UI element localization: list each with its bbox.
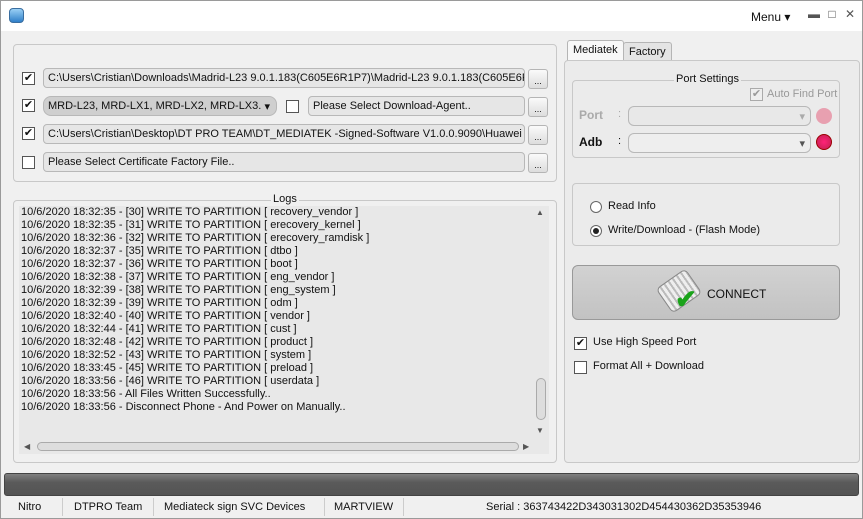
tab-factory[interactable]: Factory <box>623 42 672 61</box>
log-line: 10/6/2020 18:33:45 - [45] WRITE TO PARTI… <box>21 362 314 374</box>
log-line: 10/6/2020 18:32:35 - [30] WRITE TO PARTI… <box>21 206 359 218</box>
log-line: 10/6/2020 18:33:56 - [46] WRITE TO PARTI… <box>21 375 320 387</box>
firmware-browse-button[interactable]: ... <box>528 69 548 89</box>
status-serial: Serial : 363743422D343031302D454430362D3… <box>486 501 762 513</box>
tab-mediatek[interactable]: Mediatek <box>567 40 624 61</box>
scroll-right-icon[interactable]: ▶ <box>523 442 529 451</box>
model-select-value: MRD-L23, MRD-LX1, MRD-LX2, MRD-LX3. <box>48 100 262 112</box>
hscrollbar-thumb[interactable] <box>37 442 519 451</box>
auto-find-port-checkbox[interactable]: ✔ <box>750 88 763 101</box>
certificate-field[interactable]: Please Select Certificate Factory File.. <box>43 152 525 172</box>
status-bar: Nitro DTPRO Team Mediateck sign SVC Devi… <box>4 498 859 517</box>
auto-find-port-label: Auto Find Port <box>767 88 838 100</box>
format-all-checkbox[interactable] <box>574 361 587 374</box>
log-line: 10/6/2020 18:32:40 - [40] WRITE TO PARTI… <box>21 310 310 322</box>
app-icon <box>9 8 24 23</box>
connect-button[interactable]: ✔ CONNECT <box>572 265 840 320</box>
firmware-path-field[interactable]: C:\Users\Cristian\Downloads\Madrid-L23 9… <box>43 68 525 88</box>
close-button[interactable]: ✕ <box>842 7 858 21</box>
certificate-checkbox[interactable] <box>22 156 35 169</box>
minimize-button[interactable]: ▬ <box>806 7 822 21</box>
format-all-label: Format All + Download <box>593 360 704 372</box>
status-team: DTPRO Team <box>74 501 143 513</box>
mode-group <box>572 183 840 246</box>
auth-checkbox[interactable]: ✔ <box>22 127 35 140</box>
certificate-browse-button[interactable]: ... <box>528 153 548 173</box>
log-line: 10/6/2020 18:32:38 - [37] WRITE TO PARTI… <box>21 271 335 283</box>
high-speed-checkbox[interactable]: ✔ <box>574 337 587 350</box>
log-line: 10/6/2020 18:32:39 - [39] WRITE TO PARTI… <box>21 297 298 309</box>
scrollbar-thumb[interactable] <box>536 378 546 420</box>
model-select[interactable]: MRD-L23, MRD-LX1, MRD-LX2, MRD-LX3. ▾ <box>43 96 277 116</box>
port-colon: : <box>618 108 622 120</box>
download-agent-field[interactable]: Please Select Download-Agent.. <box>308 96 525 116</box>
adb-select[interactable]: ▾ <box>628 133 811 153</box>
status-martview: MARTVIEW <box>334 501 394 513</box>
model-checkbox[interactable]: ✔ <box>22 99 35 112</box>
firmware-checkbox[interactable]: ✔ <box>22 72 35 85</box>
vertical-scrollbar[interactable]: ▲ ▼ <box>533 206 549 439</box>
log-line: 10/6/2020 18:33:56 - All Files Written S… <box>21 388 271 400</box>
log-line: 10/6/2020 18:32:48 - [42] WRITE TO PARTI… <box>21 336 314 348</box>
app-window: Menu ▾ ▬ □ ✕ ✔ C:\Users\Cristian\Downloa… <box>0 0 863 519</box>
read-info-label: Read Info <box>608 200 656 212</box>
port-select[interactable]: ▾ <box>628 106 811 126</box>
logs-list: 10/6/2020 18:32:35 - [30] WRITE TO PARTI… <box>19 206 549 454</box>
horizontal-scrollbar[interactable]: ◀ ▶ <box>19 439 533 454</box>
log-line: 10/6/2020 18:32:37 - [35] WRITE TO PARTI… <box>21 245 298 257</box>
port-settings-title: Port Settings <box>674 73 741 85</box>
auth-path-field[interactable]: C:\Users\Cristian\Desktop\DT PRO TEAM\DT… <box>43 124 525 144</box>
write-download-label: Write/Download - (Flash Mode) <box>608 224 761 236</box>
log-line: 10/6/2020 18:33:56 - Disconnect Phone - … <box>21 401 346 413</box>
read-info-radio[interactable] <box>590 201 602 213</box>
chevron-down-icon: ▾ <box>799 111 805 123</box>
maximize-button[interactable]: □ <box>824 7 840 21</box>
log-line: 10/6/2020 18:32:39 - [38] WRITE TO PARTI… <box>21 284 336 296</box>
log-line: 10/6/2020 18:32:44 - [41] WRITE TO PARTI… <box>21 323 297 335</box>
high-speed-label: Use High Speed Port <box>593 336 697 348</box>
download-agent-browse-button[interactable]: ... <box>528 97 548 117</box>
log-line: 10/6/2020 18:32:36 - [32] WRITE TO PARTI… <box>21 232 370 244</box>
chevron-down-icon: ▾ <box>799 138 805 150</box>
port-label: Port <box>579 108 603 122</box>
scroll-left-icon[interactable]: ◀ <box>24 442 30 451</box>
chevron-down-icon: ▾ <box>264 101 270 113</box>
title-bar: Menu ▾ ▬ □ ✕ <box>1 1 862 31</box>
adb-label: Adb <box>579 135 603 149</box>
status-nitro: Nitro <box>18 501 42 513</box>
log-line: 10/6/2020 18:32:35 - [31] WRITE TO PARTI… <box>21 219 361 231</box>
logs-title: Logs <box>271 193 299 205</box>
log-line: 10/6/2020 18:32:52 - [43] WRITE TO PARTI… <box>21 349 312 361</box>
auth-browse-button[interactable]: ... <box>528 125 548 145</box>
progress-bar <box>4 473 859 496</box>
scroll-up-icon[interactable]: ▲ <box>536 208 544 217</box>
check-icon: ✔ <box>675 284 697 314</box>
status-devices: Mediateck sign SVC Devices <box>164 501 306 513</box>
connect-label: CONNECT <box>707 287 767 301</box>
download-agent-checkbox[interactable] <box>286 100 299 113</box>
log-line: 10/6/2020 18:32:37 - [36] WRITE TO PARTI… <box>21 258 298 270</box>
write-download-radio[interactable] <box>590 225 602 237</box>
menu-button[interactable]: Menu ▾ <box>751 10 790 24</box>
port-refresh-icon[interactable] <box>816 108 832 124</box>
adb-colon: : <box>618 135 622 147</box>
scroll-down-icon[interactable]: ▼ <box>536 426 544 435</box>
adb-refresh-icon[interactable] <box>816 134 832 150</box>
